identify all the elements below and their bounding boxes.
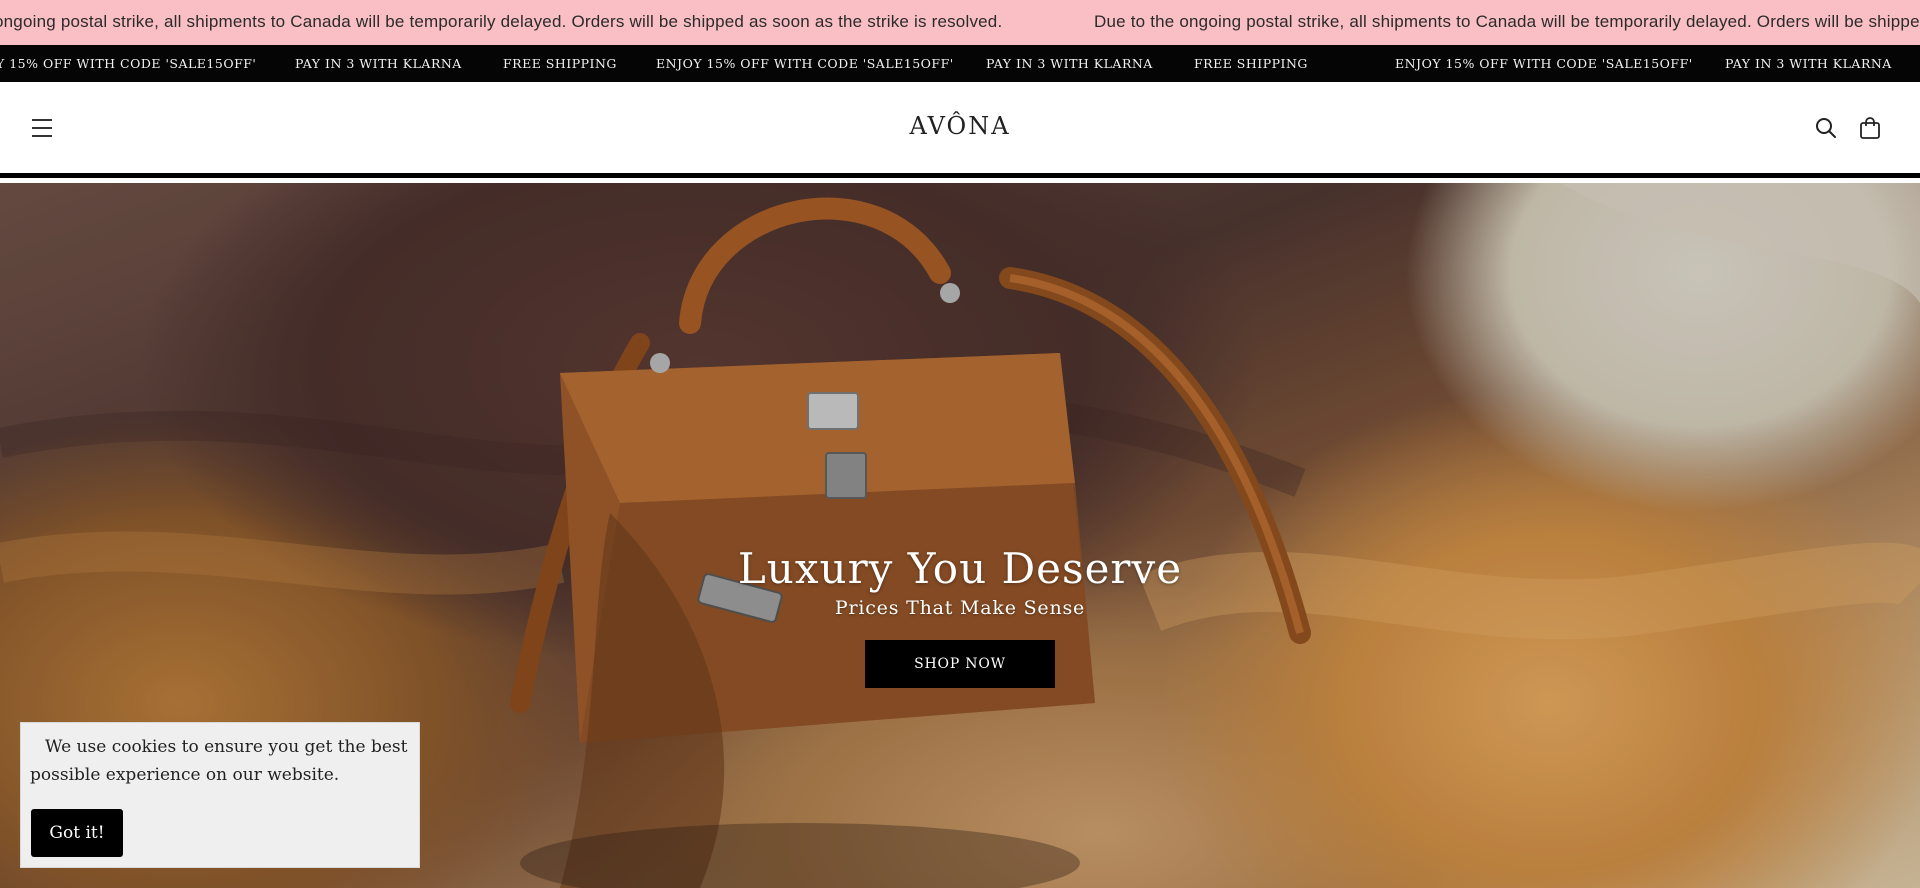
- cart-icon[interactable]: [1857, 115, 1883, 141]
- announcement-message: ongoing postal strike, all shipments to …: [0, 12, 1003, 31]
- promo-ticker: Y 15% OFF WITH CODE 'SALE15OFF' PAY IN 3…: [0, 45, 1920, 82]
- menu-icon-line: [32, 127, 52, 129]
- site-header: AVÔNA: [0, 82, 1920, 178]
- ticker-item: ENJOY 15% OFF WITH CODE 'SALE15OFF': [656, 56, 954, 71]
- hero-subtitle: Prices That Make Sense: [834, 597, 1086, 619]
- logo-wrapper: AVÔNA: [0, 112, 1920, 140]
- cookie-banner: We use cookies to ensure you get the bes…: [20, 722, 420, 868]
- announcement-bar: ongoing postal strike, all shipments to …: [0, 0, 1920, 45]
- ticker-item: FREE SHIPPING: [503, 56, 617, 71]
- hero-title: Luxury You Deserve: [737, 544, 1183, 593]
- ticker-item: ENJOY 15% OFF WITH CODE 'SALE15OFF': [1395, 56, 1693, 71]
- shop-now-button[interactable]: SHOP NOW: [865, 640, 1055, 688]
- menu-icon-line: [32, 135, 52, 137]
- announcement-message-repeat: Due to the ongoing postal strike, all sh…: [1094, 12, 1920, 31]
- ticker-item: FREE SHIPPING: [1194, 56, 1308, 71]
- cookie-message: We use cookies to ensure you get the bes…: [30, 737, 408, 785]
- menu-icon[interactable]: [28, 114, 56, 142]
- menu-icon-line: [32, 119, 52, 121]
- site-logo[interactable]: AVÔNA: [909, 112, 1010, 140]
- search-icon[interactable]: [1813, 115, 1839, 141]
- cookie-accept-button[interactable]: Got it!: [31, 809, 123, 857]
- ticker-item: Y 15% OFF WITH CODE 'SALE15OFF': [0, 56, 257, 71]
- ticker-item: PAY IN 3 WITH KLARNA: [986, 56, 1153, 71]
- ticker-item: PAY IN 3 WITH KLARNA: [295, 56, 462, 71]
- ticker-item: PAY IN 3 WITH KLARNA: [1725, 56, 1892, 71]
